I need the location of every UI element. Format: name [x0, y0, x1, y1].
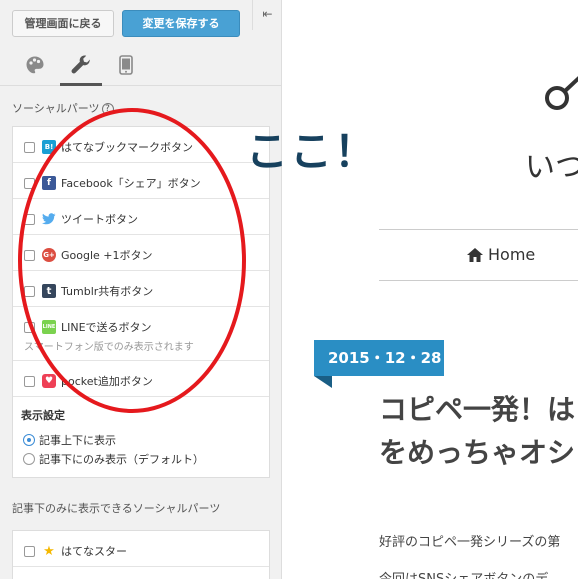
save-changes-button[interactable]: 変更を保存する — [122, 10, 240, 37]
list-item: B! はてなブックマークボタン — [13, 127, 269, 163]
hatena-star-label: はてなスター — [61, 545, 127, 558]
line-note: スマートフォン版でのみ表示されます — [24, 342, 194, 353]
site-logo — [545, 72, 578, 116]
line-checkbox[interactable] — [24, 321, 35, 333]
site-subtitle: いつ — [525, 150, 578, 185]
settings-tabs — [0, 44, 281, 86]
hatena-bookmark-icon: B! — [42, 140, 56, 154]
tweet-label: ツイートボタン — [61, 213, 138, 226]
google-plus-checkbox[interactable] — [24, 249, 35, 261]
twitter-icon — [42, 212, 56, 226]
bottom-section-title: 記事下のみに表示できるソーシャルパーツ — [12, 502, 221, 515]
tweet-checkbox[interactable] — [24, 213, 35, 225]
list-item: G+ Google +1ボタン — [13, 235, 269, 271]
list-item: f Facebook「シェア」ボタン — [13, 163, 269, 199]
tab-mobile[interactable] — [111, 50, 141, 80]
line-label: LINEで送るボタン — [61, 321, 152, 334]
mobile-icon — [119, 55, 133, 75]
tumblr-checkbox[interactable] — [24, 285, 35, 297]
list-item: LINE LINEで送るボタン スマートフォン版でのみ表示されます — [13, 307, 269, 361]
hatena-bookmark-checkbox[interactable] — [24, 141, 35, 153]
nav-divider-bottom — [379, 280, 578, 281]
list-item: ♥ pocket追加ボタン — [13, 361, 269, 397]
wrench-icon — [71, 55, 90, 74]
display-settings-title: 表示設定 — [21, 409, 65, 422]
bottom-parts-box: ★ はてなスター — [12, 530, 270, 579]
post-body-line: 今回はSNSシェアボタンのデ — [379, 568, 548, 579]
facebook-icon: f — [42, 176, 56, 190]
palette-icon — [26, 56, 44, 74]
tumblr-label: Tumblr共有ボタン — [61, 285, 154, 298]
home-icon — [467, 247, 483, 262]
hatena-bookmark-label: はてなブックマークボタン — [61, 141, 193, 154]
nav-home-link[interactable]: Home — [466, 245, 535, 264]
annotation-text: ここ！ — [246, 127, 379, 176]
tab-design[interactable] — [20, 50, 50, 80]
google-plus-label: Google +1ボタン — [61, 249, 153, 262]
google-plus-icon: G+ — [42, 248, 56, 262]
site-preview: いつ Home 2015・12・28 コピペ一発！は をめっちゃオシ 好評のコピ… — [283, 0, 578, 579]
facebook-label: Facebook「シェア」ボタン — [61, 177, 201, 190]
collapse-icon: ⇤ — [262, 7, 273, 21]
customizer-panel: 管理画面に戻る 変更を保存する ⇤ ソーシャルパーツ? B! はてなブックマーク… — [0, 0, 282, 579]
help-icon[interactable]: ? — [101, 103, 114, 115]
collapse-panel-button[interactable]: ⇤ — [252, 0, 281, 30]
display-option-both[interactable]: 記事上下に表示 — [23, 432, 116, 448]
facebook-checkbox[interactable] — [24, 177, 35, 189]
tumblr-icon: t — [42, 284, 56, 298]
radio-bottom[interactable] — [23, 453, 35, 465]
star-icon: ★ — [43, 543, 55, 559]
post-body-line: 好評のコピペ一発シリーズの第 — [379, 535, 561, 550]
nav-divider-top — [379, 229, 578, 230]
back-to-admin-button[interactable]: 管理画面に戻る — [12, 10, 114, 37]
pocket-label: pocket追加ボタン — [61, 375, 153, 388]
line-icon: LINE — [42, 320, 56, 334]
social-section-title: ソーシャルパーツ? — [12, 100, 114, 116]
date-badge-fold — [314, 376, 332, 388]
display-option-bottom[interactable]: 記事下にのみ表示（デフォルト） — [23, 451, 204, 467]
social-parts-box: B! はてなブックマークボタン f Facebook「シェア」ボタン ツイートボ… — [12, 126, 270, 478]
hatena-star-checkbox[interactable] — [24, 545, 35, 557]
list-item: ★ はてなスター — [13, 531, 269, 567]
radio-both[interactable] — [23, 434, 35, 446]
pocket-checkbox[interactable] — [24, 375, 35, 387]
post-date-badge: 2015・12・28 — [314, 340, 444, 376]
list-item: t Tumblr共有ボタン — [13, 271, 269, 307]
post-title[interactable]: コピペ一発！は をめっちゃオシ — [379, 388, 578, 474]
pocket-icon: ♥ — [42, 374, 56, 388]
list-item: ツイートボタン — [13, 199, 269, 235]
tab-tools[interactable] — [60, 50, 102, 86]
